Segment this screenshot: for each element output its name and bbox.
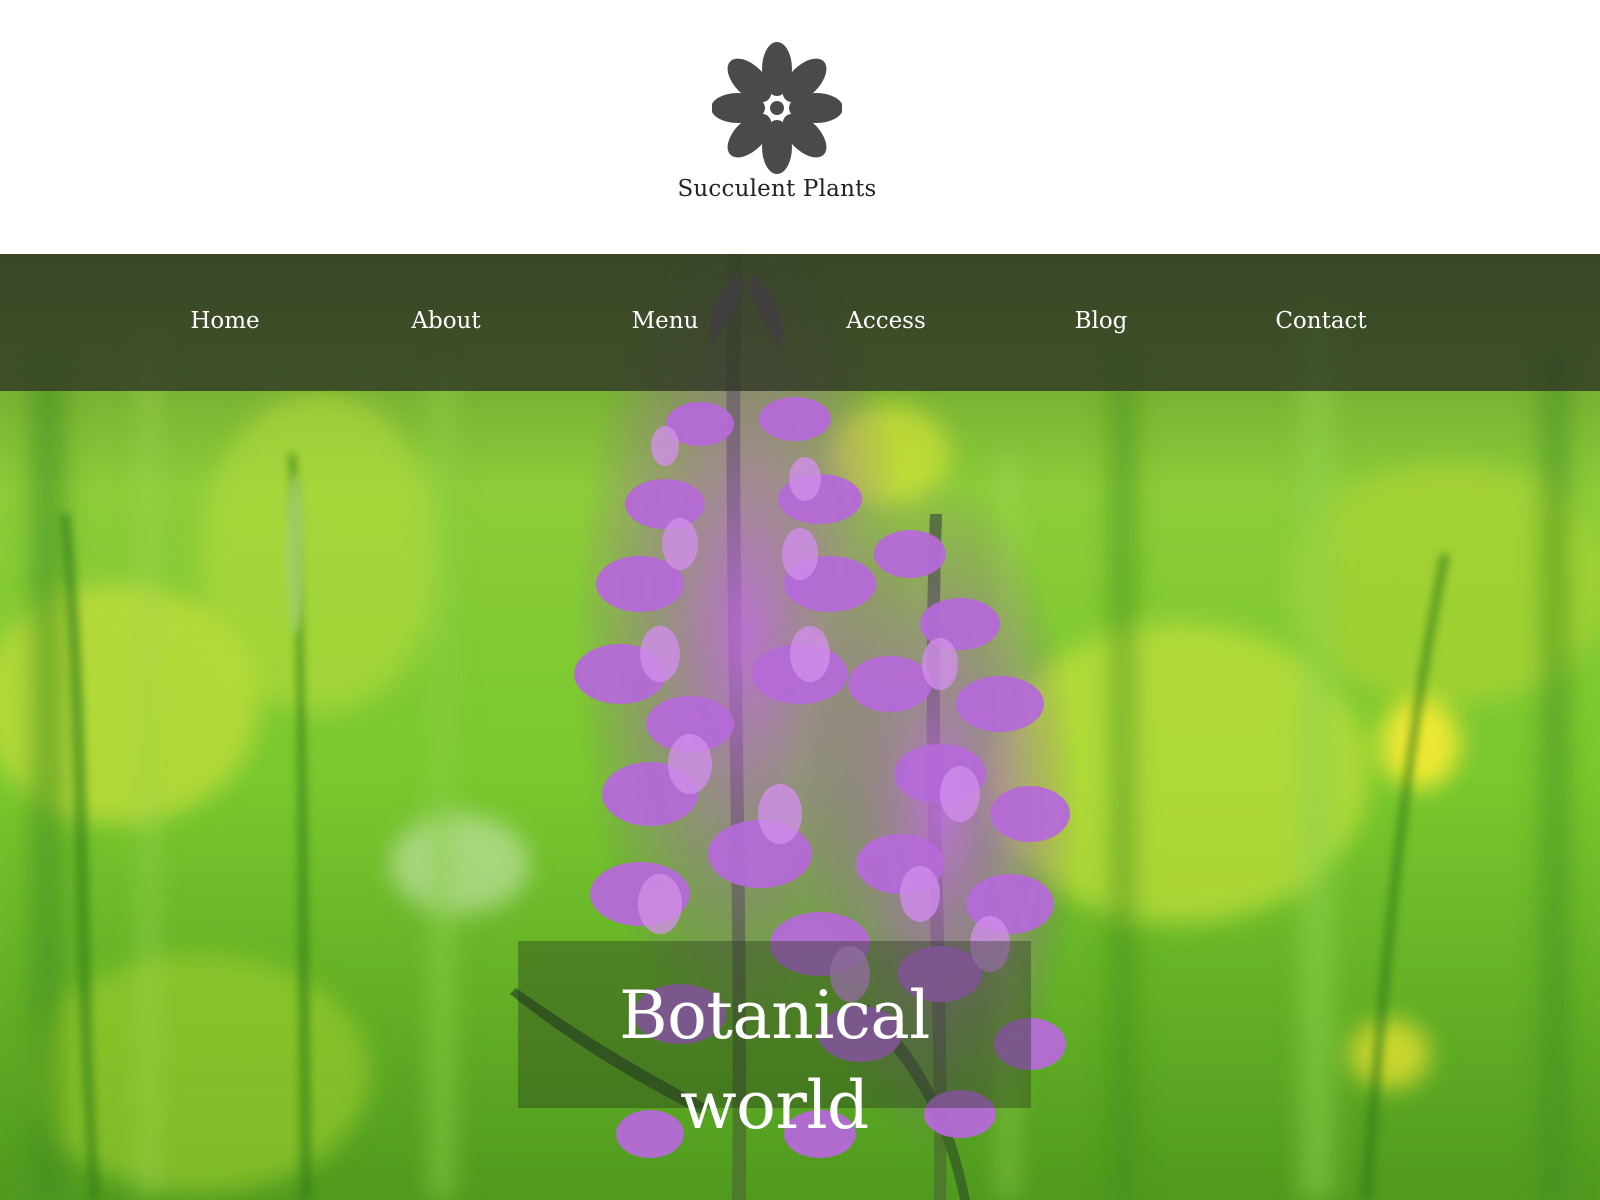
nav-item-contact[interactable]: Contact [1241,304,1401,338]
site-logo[interactable]: Succulent Plants [677,30,877,215]
main-navigation: Home About Menu Access Blog Contact [0,254,1600,391]
nav-item-menu[interactable]: Menu [585,304,745,338]
hero-headline-box: Botanical world [518,941,1031,1144]
flower-icon [712,42,842,174]
brand-name: Succulent Plants [677,176,877,202]
nav-item-access[interactable]: Access [806,304,966,338]
nav-item-about[interactable]: About [366,304,526,338]
hero-headline: Botanical world [619,977,930,1144]
site-header: Succulent Plants [0,0,1600,254]
hero-section: Botanical world [0,254,1600,1200]
nav-item-blog[interactable]: Blog [1021,304,1181,338]
nav-item-home[interactable]: Home [145,304,305,338]
